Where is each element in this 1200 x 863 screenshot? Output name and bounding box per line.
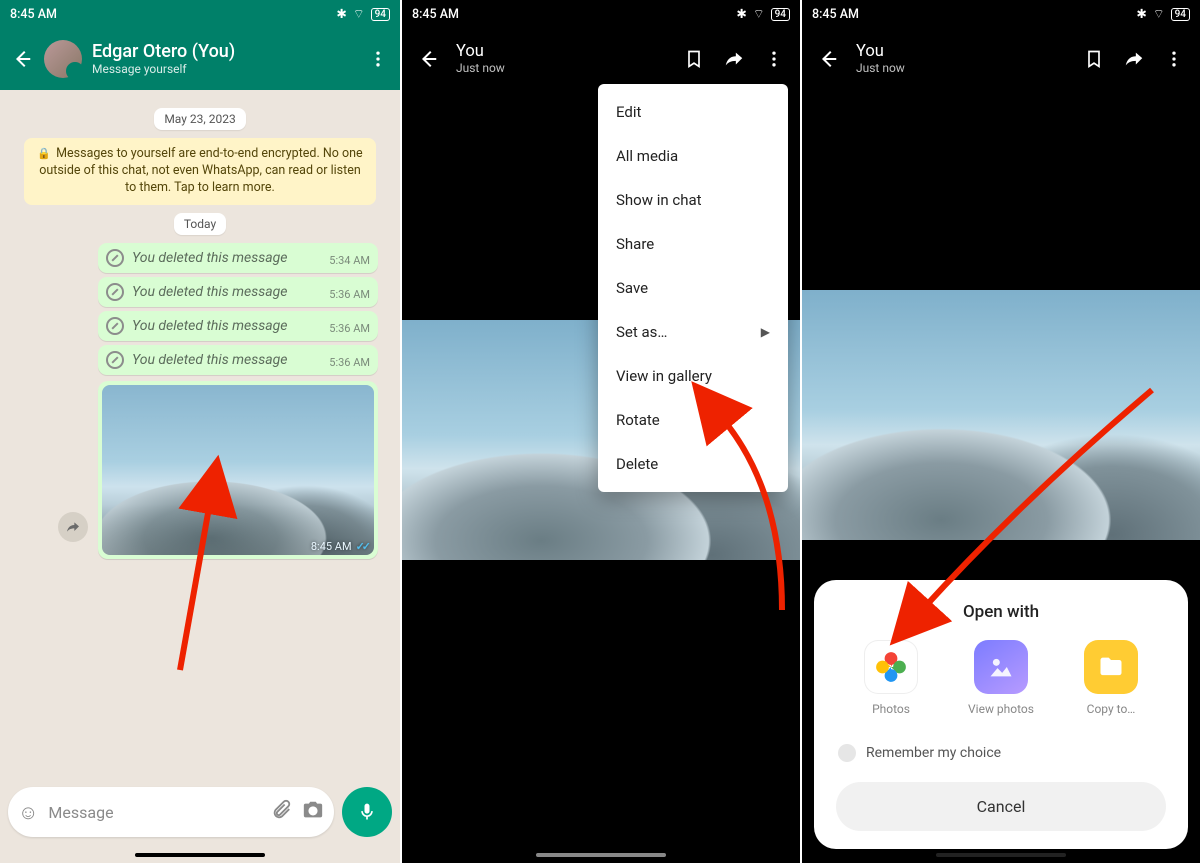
forward-icon[interactable] <box>722 47 746 71</box>
mic-button[interactable] <box>342 787 392 837</box>
attach-icon[interactable] <box>270 799 292 825</box>
deleted-message-bubble[interactable]: You deleted this message 5:36 AM <box>98 345 378 375</box>
camera-icon[interactable] <box>302 799 324 825</box>
emoji-icon[interactable]: ☺ <box>18 800 38 825</box>
menu-item-share[interactable]: Share <box>598 222 788 266</box>
app-option-view-photos[interactable]: View photos <box>956 640 1046 716</box>
wifi-icon: ⌔ <box>753 6 765 22</box>
bluetooth-icon: ✱ <box>336 6 346 22</box>
mountain-photo[interactable] <box>102 385 374 555</box>
files-icon <box>1084 640 1138 694</box>
battery-indicator: 94 <box>771 8 790 21</box>
message-input[interactable]: ☺ Message <box>8 787 334 837</box>
lock-icon: 🔒 <box>37 147 51 160</box>
whatsapp-chat-panel: 8:45 AM ✱ ⌔ 94 Edgar Otero (You) Message… <box>0 0 400 863</box>
mountain-photo[interactable] <box>802 290 1200 540</box>
media-header: You Just now <box>802 28 1200 90</box>
menu-item-save[interactable]: Save <box>598 266 788 310</box>
radio-icon <box>838 744 856 762</box>
menu-item-all-media[interactable]: All media <box>598 134 788 178</box>
media-time: Just now <box>856 61 905 75</box>
menu-item-view-in-gallery[interactable]: View in gallery <box>598 354 788 398</box>
wifi-icon: ⌔ <box>353 6 365 22</box>
forward-icon[interactable] <box>58 512 88 542</box>
nav-bar-handle[interactable] <box>936 853 1066 857</box>
context-menu: Edit All media Show in chat Share Save S… <box>598 84 788 492</box>
date-chip: May 23, 2023 <box>154 108 245 130</box>
blocked-icon <box>106 351 124 369</box>
image-message[interactable]: 8:45 AM ✓✓ <box>98 381 378 559</box>
back-icon[interactable] <box>816 47 840 71</box>
open-with-sheet: Open with Photos View photos Copy to… <box>814 580 1188 849</box>
blocked-icon <box>106 249 124 267</box>
back-icon[interactable] <box>416 47 440 71</box>
chat-body[interactable]: May 23, 2023 🔒 Messages to yourself are … <box>0 90 400 863</box>
battery-indicator: 94 <box>1171 8 1190 21</box>
media-sender: You <box>456 43 505 61</box>
app-label: View photos <box>968 702 1034 716</box>
bluetooth-icon: ✱ <box>736 6 746 22</box>
status-bar: 8:45 AM ✱ ⌔ 94 <box>402 0 800 28</box>
google-photos-icon <box>864 640 918 694</box>
today-chip: Today <box>174 213 226 235</box>
menu-item-rotate[interactable]: Rotate <box>598 398 788 442</box>
avatar[interactable] <box>44 40 82 78</box>
overflow-menu-icon[interactable] <box>762 47 786 71</box>
menu-item-set-as[interactable]: Set as…▶ <box>598 310 788 354</box>
open-with-panel: 8:45 AM ✱ ⌔ 94 You Just now Open with <box>800 0 1200 863</box>
chat-header[interactable]: Edgar Otero (You) Message yourself <box>0 28 400 90</box>
chevron-right-icon: ▶ <box>761 325 770 339</box>
overflow-menu-icon[interactable] <box>366 47 390 71</box>
cancel-button[interactable]: Cancel <box>836 782 1166 831</box>
message-placeholder: Message <box>48 803 260 822</box>
app-label: Copy to… <box>1087 702 1136 716</box>
status-time: 8:45 AM <box>412 7 459 22</box>
menu-item-edit[interactable]: Edit <box>598 90 788 134</box>
menu-item-show-in-chat[interactable]: Show in chat <box>598 178 788 222</box>
deleted-message-bubble[interactable]: You deleted this message 5:34 AM <box>98 243 378 273</box>
nav-bar-handle[interactable] <box>536 853 666 857</box>
status-time: 8:45 AM <box>812 7 859 22</box>
status-bar: 8:45 AM ✱ ⌔ 94 <box>802 0 1200 28</box>
sheet-title: Open with <box>836 602 1166 622</box>
deleted-message-bubble[interactable]: You deleted this message 5:36 AM <box>98 277 378 307</box>
bookmark-icon[interactable] <box>682 47 706 71</box>
wifi-icon: ⌔ <box>1153 6 1165 22</box>
status-time: 8:45 AM <box>10 7 57 22</box>
nav-bar-handle[interactable] <box>135 853 265 857</box>
remember-choice-toggle[interactable]: Remember my choice <box>836 738 1166 782</box>
app-label: Photos <box>872 702 910 716</box>
message-input-bar: ☺ Message <box>8 787 392 837</box>
media-header: You Just now <box>402 28 800 90</box>
forward-icon[interactable] <box>1122 47 1146 71</box>
chat-title: Edgar Otero (You) <box>92 42 356 62</box>
bluetooth-icon: ✱ <box>1136 6 1146 22</box>
bookmark-icon[interactable] <box>1082 47 1106 71</box>
menu-item-delete[interactable]: Delete <box>598 442 788 486</box>
overflow-menu-icon[interactable] <box>1162 47 1186 71</box>
chat-subtitle: Message yourself <box>92 62 356 76</box>
read-ticks-icon: ✓✓ <box>356 540 368 553</box>
image-timestamp: 8:45 AM <box>311 540 352 553</box>
media-time: Just now <box>456 61 505 75</box>
app-option-photos[interactable]: Photos <box>846 640 936 716</box>
status-bar: 8:45 AM ✱ ⌔ 94 <box>0 0 400 28</box>
app-option-copy-to[interactable]: Copy to… <box>1066 640 1156 716</box>
blocked-icon <box>106 283 124 301</box>
gallery-icon <box>974 640 1028 694</box>
media-viewer-panel: 8:45 AM ✱ ⌔ 94 You Just now Edit All med… <box>400 0 800 863</box>
blocked-icon <box>106 317 124 335</box>
battery-indicator: 94 <box>371 8 390 21</box>
encryption-notice[interactable]: 🔒 Messages to yourself are end-to-end en… <box>24 138 376 205</box>
deleted-message-bubble[interactable]: You deleted this message 5:36 AM <box>98 311 378 341</box>
media-sender: You <box>856 43 905 61</box>
back-icon[interactable] <box>10 47 34 71</box>
